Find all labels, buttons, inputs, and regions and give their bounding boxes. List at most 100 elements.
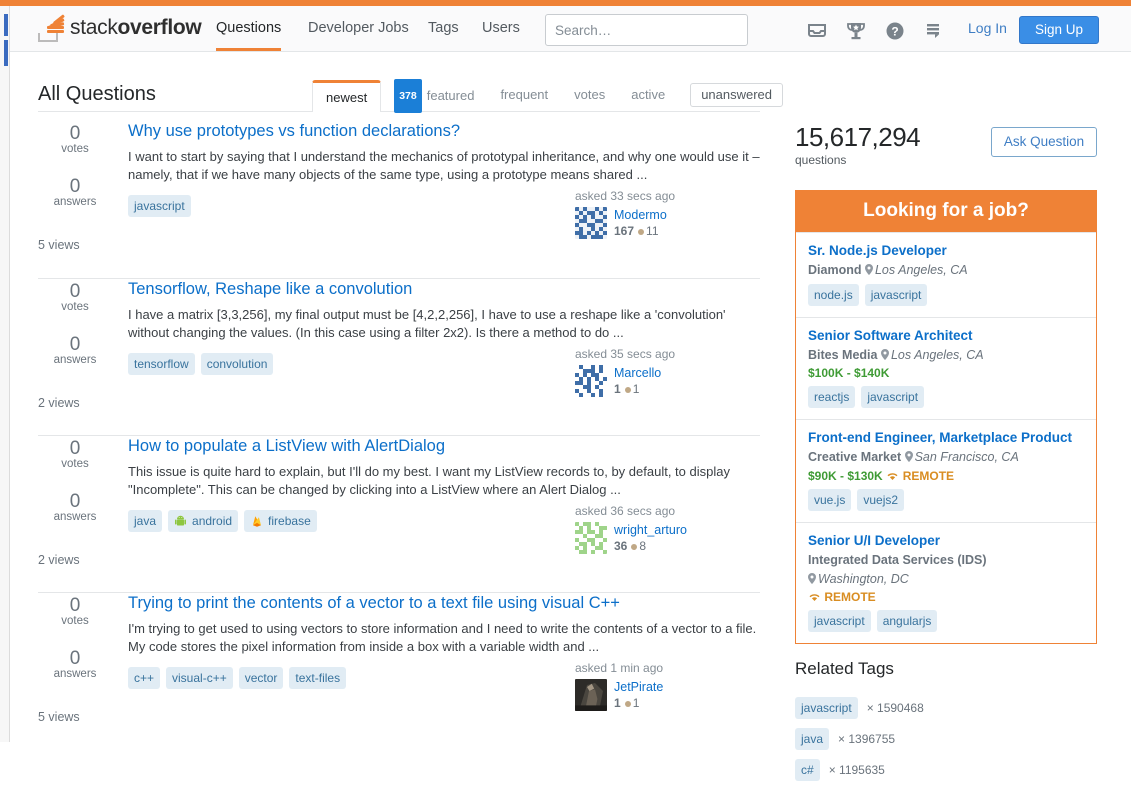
job-tag[interactable]: reactjs bbox=[808, 386, 856, 408]
review-queue-icon[interactable] bbox=[922, 20, 944, 42]
job-listing[interactable]: Senior Software Architect Bites Media Lo… bbox=[796, 317, 1096, 419]
asked-time: asked 35 secs ago bbox=[575, 347, 676, 361]
job-salary-remote-row: $90K - $130K REMOTE bbox=[808, 468, 1084, 483]
nav-item-developer-jobs[interactable]: Developer Jobs bbox=[308, 6, 409, 51]
job-tag[interactable]: javascript bbox=[864, 284, 928, 306]
tab-featured[interactable]: 378 featured bbox=[381, 79, 487, 113]
tag-visual-cpp[interactable]: visual-c++ bbox=[166, 667, 233, 689]
stackoverflow-logo[interactable]: stackoverflow bbox=[38, 14, 202, 42]
question-title[interactable]: How to populate a ListView with AlertDia… bbox=[128, 436, 760, 456]
bronze-badge-icon bbox=[631, 543, 638, 550]
job-tag[interactable]: javascript bbox=[808, 610, 871, 632]
user-card: JetPirate 11 bbox=[575, 679, 760, 711]
related-tag-row: c# × 1195635 bbox=[795, 759, 1097, 781]
job-salary: $90K - $130K bbox=[808, 469, 883, 483]
job-title[interactable]: Senior Software Architect bbox=[808, 327, 1084, 344]
job-tag[interactable]: node.js bbox=[808, 284, 859, 306]
question-title[interactable]: Trying to print the contents of a vector… bbox=[128, 593, 760, 613]
answer-label: answers bbox=[53, 511, 97, 523]
inbox-icon[interactable] bbox=[806, 20, 828, 42]
signup-button[interactable]: Sign Up bbox=[1019, 16, 1099, 44]
job-company: Bites Media bbox=[808, 348, 878, 362]
tag-convolution[interactable]: convolution bbox=[200, 353, 274, 375]
tag-android-label: android bbox=[192, 514, 233, 528]
bronze-badge-icon bbox=[624, 700, 631, 707]
tab-votes[interactable]: votes bbox=[561, 80, 618, 110]
sliver-highlight-1 bbox=[4, 14, 8, 36]
avatar[interactable] bbox=[575, 207, 607, 239]
job-company-location: Bites Media Los Angeles, CA bbox=[808, 347, 1084, 363]
job-tag[interactable]: vue.js bbox=[808, 489, 852, 511]
avatar[interactable] bbox=[575, 365, 607, 397]
vote-count: 0 bbox=[69, 281, 81, 302]
question-row: 0 votes 0 answers 5 views Trying to prin… bbox=[38, 592, 760, 749]
bronze-badge-icon bbox=[638, 228, 645, 235]
nav-item-tags[interactable]: Tags bbox=[428, 6, 459, 51]
featured-count-badge: 378 bbox=[394, 79, 422, 113]
question-title[interactable]: Why use prototypes vs function declarati… bbox=[128, 121, 760, 141]
question-excerpt: This issue is quite hard to explain, but… bbox=[128, 464, 730, 497]
avatar[interactable] bbox=[575, 522, 607, 554]
question-count-label: questions bbox=[795, 153, 847, 167]
tag-tensorflow[interactable]: tensorflow bbox=[128, 353, 195, 375]
nav-item-questions[interactable]: Questions bbox=[216, 6, 282, 51]
job-tag[interactable]: angularjs bbox=[876, 610, 938, 632]
job-listing[interactable]: Sr. Node.js Developer Diamond Los Angele… bbox=[796, 232, 1096, 317]
user-name[interactable]: Marcello bbox=[614, 366, 661, 380]
related-tag[interactable]: java bbox=[795, 728, 830, 750]
user-name[interactable]: Modermo bbox=[614, 208, 667, 222]
search-input[interactable] bbox=[546, 15, 747, 45]
tag-javascript[interactable]: javascript bbox=[128, 195, 191, 217]
tag-firebase[interactable]: firebase bbox=[244, 510, 317, 532]
main-content: All Questions newest 378 featured frequen… bbox=[0, 52, 1131, 781]
job-tags: javascript angularjs bbox=[808, 610, 1084, 632]
nav-item-users[interactable]: Users bbox=[482, 6, 520, 51]
avatar[interactable] bbox=[575, 679, 607, 711]
job-location-row: Washington, DC bbox=[808, 571, 1084, 587]
job-company-name: Integrated Data Services (IDS) bbox=[808, 553, 987, 567]
user-name[interactable]: JetPirate bbox=[614, 680, 663, 694]
login-link[interactable]: Log In bbox=[968, 6, 1007, 51]
tab-active[interactable]: active bbox=[618, 80, 678, 110]
tag-android[interactable]: android bbox=[168, 510, 239, 532]
reputation-value: 36 bbox=[614, 539, 628, 553]
job-listing[interactable]: Senior U/I Developer Integrated Data Ser… bbox=[796, 522, 1096, 643]
tag-vector[interactable]: vector bbox=[238, 667, 284, 689]
job-tag[interactable]: vuejs2 bbox=[857, 489, 905, 511]
tab-newest[interactable]: newest bbox=[312, 80, 382, 112]
android-icon bbox=[175, 515, 187, 526]
tag-java[interactable]: java bbox=[128, 510, 163, 532]
location-pin-icon bbox=[904, 450, 913, 462]
question-excerpt: I'm trying to get used to using vectors … bbox=[128, 621, 757, 654]
reputation-value: 1 bbox=[614, 382, 621, 396]
vote-label: votes bbox=[61, 458, 89, 470]
related-tag[interactable]: javascript bbox=[795, 697, 858, 719]
job-title[interactable]: Front-end Engineer, Marketplace Product bbox=[808, 429, 1084, 446]
job-remote: REMOTE bbox=[808, 590, 1084, 604]
vote-count: 0 bbox=[69, 438, 81, 459]
user-name[interactable]: wright_arturo bbox=[614, 523, 687, 537]
location-pin-icon bbox=[864, 263, 873, 275]
answer-count: 0 bbox=[69, 491, 81, 512]
job-listing[interactable]: Front-end Engineer, Marketplace Product … bbox=[796, 419, 1096, 522]
job-title[interactable]: Sr. Node.js Developer bbox=[808, 242, 1084, 259]
job-title[interactable]: Senior U/I Developer bbox=[808, 532, 1084, 549]
tab-unanswered[interactable]: unanswered bbox=[690, 83, 784, 107]
question-meta: asked 1 min ago JetPirate 11 bbox=[575, 661, 760, 711]
question-title[interactable]: Tensorflow, Reshape like a convolution bbox=[128, 279, 760, 299]
tab-frequent[interactable]: frequent bbox=[487, 80, 561, 110]
vote-label: votes bbox=[61, 301, 89, 313]
job-tag[interactable]: javascript bbox=[861, 386, 925, 408]
asked-time: asked 1 min ago bbox=[575, 661, 664, 675]
job-remote-label: REMOTE bbox=[824, 590, 876, 604]
tag-text-files[interactable]: text-files bbox=[289, 667, 347, 689]
ask-question-button[interactable]: Ask Question bbox=[991, 127, 1097, 157]
related-tag[interactable]: c# bbox=[795, 759, 820, 781]
related-tag-count: × 1396755 bbox=[838, 732, 896, 746]
wifi-icon bbox=[887, 473, 898, 480]
search-box[interactable] bbox=[545, 14, 748, 46]
trophy-icon[interactable] bbox=[845, 20, 867, 42]
tag-cpp[interactable]: c++ bbox=[128, 667, 161, 689]
help-icon[interactable]: ? bbox=[884, 20, 906, 42]
related-tag-count: × 1195635 bbox=[828, 763, 885, 777]
